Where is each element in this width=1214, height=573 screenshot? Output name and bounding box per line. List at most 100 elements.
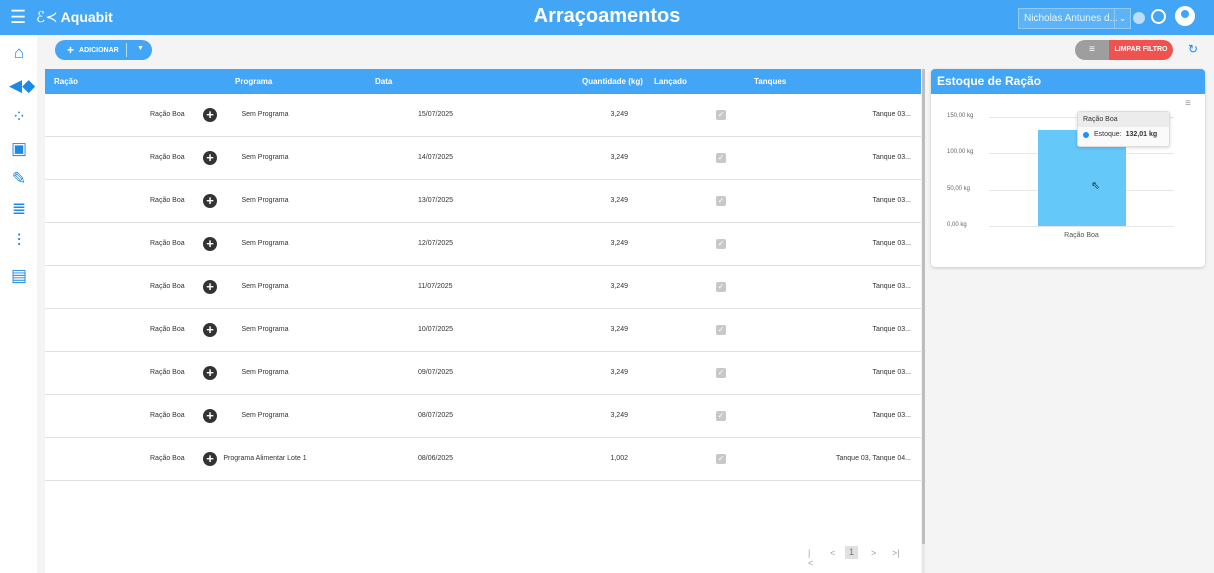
cell-programa: Programa Alimentar Lote 1 (223, 455, 307, 462)
prev-page-icon[interactable]: < (830, 548, 835, 558)
sidebar: ⌂ ◀◆ ⁘ ▣ ✎ ≣ ⫶ ▤ (0, 35, 37, 573)
tooltip-title: Ração Boa (1078, 112, 1169, 127)
cell-tanques: Tanque 03... (872, 154, 911, 161)
chart-menu-icon[interactable]: ≡ (1185, 98, 1191, 109)
cell-quantidade: 3,249 (610, 111, 628, 118)
column-header-programa[interactable]: Programa (235, 77, 272, 86)
cell-programa: Sem Programa (241, 326, 289, 333)
table-scrollbar[interactable] (922, 69, 925, 573)
chevron-down-icon[interactable]: ⌄ (1114, 9, 1130, 28)
report-icon[interactable]: ▤ (9, 266, 29, 286)
thermometer-icon[interactable]: ⫶ (9, 231, 29, 251)
fish-icon[interactable]: ◀◆ (9, 76, 35, 96)
cell-quantidade: 3,249 (610, 326, 628, 333)
table-row[interactable]: Ração Boa + Programa Alimentar Lote 1 08/06… (45, 438, 921, 481)
refresh-icon[interactable]: ↻ (1188, 42, 1198, 56)
cell-tanques: Tanque 03... (872, 283, 911, 290)
gear-icon[interactable] (1133, 12, 1145, 24)
checkbox-icon[interactable]: ✓ (716, 239, 726, 249)
checkbox-icon[interactable]: ✓ (716, 110, 726, 120)
checkbox-icon[interactable]: ✓ (716, 153, 726, 163)
y-tick-label: 150,00 kg (947, 113, 974, 119)
table-header: Ração Programa Data Quantidade (kg) Lanç… (45, 69, 921, 94)
scrollbar-thumb[interactable] (922, 69, 925, 544)
current-page[interactable]: 1 (845, 546, 858, 559)
feeding-table: Ração Programa Data Quantidade (kg) Lanç… (45, 69, 921, 573)
column-header-data[interactable]: Data (375, 77, 392, 86)
stock-card: Estoque de Ração ≡ 0,00 kg 50,00 kg 100,00… (931, 69, 1205, 267)
stock-title: Estoque de Ração (931, 69, 1205, 94)
cell-programa: Sem Programa (241, 197, 289, 204)
checkbox-icon[interactable]: ✓ (716, 196, 726, 206)
cell-data: 13/07/2025 (418, 197, 454, 204)
cell-quantidade: 3,249 (610, 240, 628, 247)
cell-data: 08/06/2025 (418, 455, 454, 462)
cell-data: 12/07/2025 (418, 240, 454, 247)
cell-quantidade: 1,002 (610, 455, 628, 462)
checkbox-icon[interactable]: ✓ (716, 282, 726, 292)
cell-data: 15/07/2025 (418, 111, 454, 118)
table-row[interactable]: Ração Boa + Sem Programa 15/07/2025 3,249 ✓ Ta… (45, 94, 921, 137)
column-header-lancado[interactable]: Lançado (654, 77, 687, 86)
add-button[interactable]: + ADICIONAR ▼ (55, 40, 152, 60)
plus-icon: + (67, 43, 75, 57)
tooltip-row: Estoque: 132,01 kg (1078, 127, 1169, 138)
cell-programa: Sem Programa (241, 154, 289, 161)
table-row[interactable]: Ração Boa + Sem Programa 11/07/2025 3,249 ✓ Ta… (45, 266, 921, 309)
cell-tanques: Tanque 03, Tanque 04... (836, 455, 911, 462)
checkbox-icon[interactable]: ✓ (716, 325, 726, 335)
column-header-quantidade[interactable]: Quantidade (kg) (582, 77, 643, 86)
cell-data: 08/07/2025 (418, 412, 454, 419)
cell-tanques: Tanque 03... (872, 197, 911, 204)
checkbox-icon[interactable]: ✓ (716, 411, 726, 421)
cursor-icon: ⇖ (1091, 180, 1101, 192)
filter-group: ≡ LIMPAR FILTRO (1075, 40, 1173, 60)
table-row[interactable]: Ração Boa + Sem Programa 13/07/2025 3,249 ✓ Ta… (45, 180, 921, 223)
next-page-icon[interactable]: > (871, 548, 876, 558)
warehouse-icon[interactable]: ▣ (9, 139, 29, 159)
account-icon[interactable] (1175, 6, 1195, 26)
user-select[interactable]: Nicholas Antunes d... ⌄ (1018, 8, 1131, 29)
cell-quantidade: 3,249 (610, 283, 628, 290)
table-row[interactable]: Ração Boa + Sem Programa 10/07/2025 3,249 ✓ Ta… (45, 309, 921, 352)
cells-icon[interactable]: ⁘ (9, 107, 29, 127)
divider (126, 43, 127, 57)
table-row[interactable]: Ração Boa + Sem Programa 09/07/2025 3,249 ✓ Ta… (45, 352, 921, 395)
last-page-icon[interactable]: >| (892, 548, 900, 558)
cell-programa: Sem Programa (241, 111, 289, 118)
clear-filter-button[interactable]: LIMPAR FILTRO (1109, 40, 1173, 60)
gridline (989, 226, 1174, 227)
checkbox-icon[interactable]: ✓ (716, 454, 726, 464)
cell-programa: Sem Programa (241, 412, 289, 419)
database-icon[interactable]: ≣ (9, 199, 29, 219)
cell-data: 11/07/2025 (418, 283, 453, 290)
cell-data: 09/07/2025 (418, 369, 454, 376)
chevron-down-icon[interactable]: ▼ (137, 45, 144, 52)
filter-button[interactable]: ≡ (1075, 40, 1109, 60)
cell-tanques: Tanque 03... (872, 369, 911, 376)
chart-tooltip: Ração Boa Estoque: 132,01 kg (1077, 111, 1170, 147)
cell-quantidade: 3,249 (610, 412, 628, 419)
y-tick-label: 0,00 kg (947, 222, 967, 228)
cell-data: 10/07/2025 (418, 326, 454, 333)
cell-quantidade: 3,249 (610, 369, 628, 376)
user-name: Nicholas Antunes d... (1024, 13, 1118, 24)
farm-icon[interactable]: ⌂ (9, 43, 29, 63)
y-tick-label: 50,00 kg (947, 185, 971, 192)
whatsapp-icon[interactable] (1151, 9, 1166, 24)
cell-tanques: Tanque 03... (872, 326, 911, 333)
table-row[interactable]: Ração Boa + Sem Programa 14/07/2025 3,249 ✓ Ta… (45, 137, 921, 180)
column-header-tanques[interactable]: Tanques (754, 77, 786, 86)
first-page-icon[interactable]: |< (808, 548, 813, 568)
table-row[interactable]: Ração Boa + Sem Programa 08/07/2025 3,249 ✓ Ta… (45, 395, 921, 438)
cell-programa: Sem Programa (241, 240, 289, 247)
cell-data: 14/07/2025 (418, 154, 454, 161)
cell-tanques: Tanque 03... (872, 111, 911, 118)
table-row[interactable]: Ração Boa + Sem Programa 12/07/2025 3,249 ✓ Ta… (45, 223, 921, 266)
column-header-racao[interactable]: Ração (54, 77, 78, 86)
cell-programa: Sem Programa (241, 283, 289, 290)
y-tick-label: 100,00 kg (947, 149, 974, 156)
feeding-icon[interactable]: ✎ (9, 169, 29, 189)
checkbox-icon[interactable]: ✓ (716, 368, 726, 378)
top-bar: ☰ ℰ≺ Aquabit Arraçoamentos Nicholas Antu… (0, 0, 1214, 35)
